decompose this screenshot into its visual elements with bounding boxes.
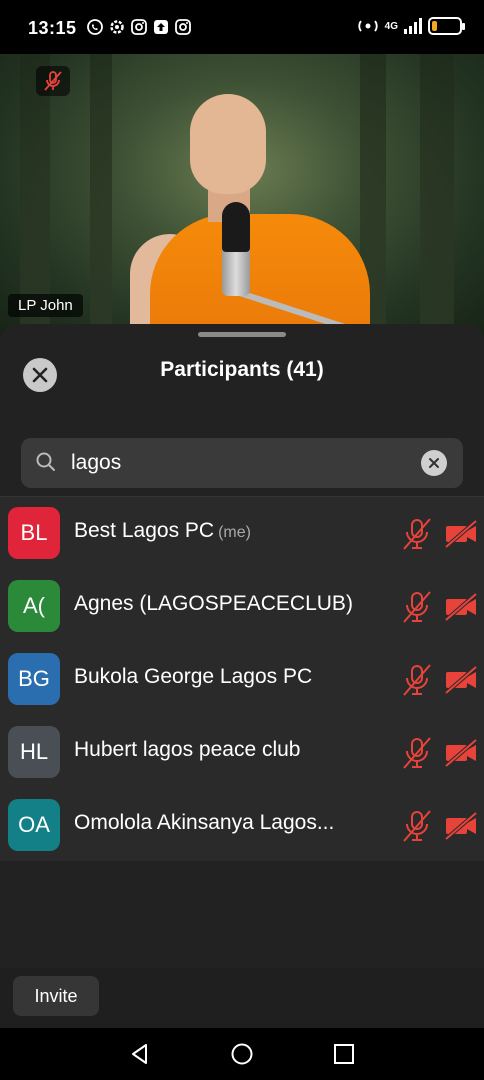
participant-row[interactable]: BL Best Lagos PC (me) xyxy=(0,497,484,570)
status-bar: 13:15 4G xyxy=(0,0,484,54)
instagram-icon xyxy=(131,19,147,35)
participant-me-tag: (me) xyxy=(218,524,251,541)
background-tree xyxy=(90,54,112,344)
battery-icon xyxy=(428,17,465,35)
drag-handle[interactable] xyxy=(198,332,286,337)
mic-muted-icon[interactable] xyxy=(402,736,432,770)
participant-name-wrap: Bukola George Lagos PC xyxy=(74,665,312,689)
status-right-icons: 4G xyxy=(357,17,465,35)
speaker-head xyxy=(190,94,266,194)
signal-icon xyxy=(404,18,422,34)
participant-row[interactable]: HL Hubert lagos peace club xyxy=(0,716,484,789)
search-box[interactable] xyxy=(21,438,463,488)
mic-muted-icon[interactable] xyxy=(402,590,432,624)
participant-name-wrap: Hubert lagos peace club xyxy=(74,738,300,762)
participant-avatar: A( xyxy=(8,580,60,632)
speaker-mic-muted-icon xyxy=(36,66,70,96)
participant-avatar: BG xyxy=(8,653,60,705)
status-notification-icons xyxy=(86,18,192,36)
participant-name: Best Lagos PC xyxy=(74,519,215,542)
invite-button[interactable]: Invite xyxy=(13,976,99,1016)
back-icon[interactable] xyxy=(128,1042,152,1066)
whatsapp-icon xyxy=(87,19,103,35)
participant-name: Agnes (LAGOSPEACECLUB) xyxy=(74,592,353,615)
recents-icon[interactable] xyxy=(332,1042,356,1066)
status-time: 13:15 xyxy=(28,18,77,38)
hotspot-icon xyxy=(358,20,378,32)
search-input[interactable] xyxy=(71,438,411,488)
participant-name-wrap: Omolola Akinsanya Lagos... xyxy=(74,811,334,835)
home-icon[interactable] xyxy=(230,1042,254,1066)
microphone-grille xyxy=(222,202,250,252)
navigation-bar xyxy=(0,1028,484,1080)
instagram-icon xyxy=(175,19,191,35)
participant-name: Bukola George Lagos PC xyxy=(74,665,313,688)
participant-avatar: HL xyxy=(8,726,60,778)
battery-level xyxy=(432,21,438,31)
search-icon xyxy=(36,452,55,471)
video-off-icon[interactable] xyxy=(444,519,478,549)
video-off-icon[interactable] xyxy=(444,738,478,768)
participant-row[interactable]: BG Bukola George Lagos PC xyxy=(0,643,484,716)
clear-icon xyxy=(429,458,439,468)
participant-list: BL Best Lagos PC (me) A( Agnes (LAGOSPEACECL… xyxy=(0,497,484,861)
participant-name: Hubert lagos peace club xyxy=(74,738,301,761)
speaker-name-label: LP John xyxy=(8,294,83,317)
video-off-icon[interactable] xyxy=(444,665,478,695)
video-off-icon[interactable] xyxy=(444,811,478,841)
mic-muted-icon[interactable] xyxy=(402,663,432,697)
participants-panel: Participants (41) BLBest Lagos PC(me)A(A… xyxy=(0,324,484,1028)
clear-search-button[interactable] xyxy=(421,450,447,476)
video-off-icon[interactable] xyxy=(444,592,478,622)
panel-title: Participants (41) xyxy=(160,358,324,381)
participant-row[interactable]: OA Omolola Akinsanya Lagos... xyxy=(0,789,484,862)
upload-icon xyxy=(154,20,168,34)
participant-avatar: OA xyxy=(8,799,60,851)
participant-name-wrap: Best Lagos PC (me) xyxy=(74,519,251,543)
video-feed[interactable]: LP John xyxy=(0,54,484,344)
network-type: 4G xyxy=(384,20,398,32)
background-tree xyxy=(420,54,454,344)
participant-name-wrap: Agnes (LAGOSPEACECLUB) xyxy=(74,592,353,616)
settings-icon xyxy=(110,20,124,34)
participant-name: Omolola Akinsanya Lagos... xyxy=(74,811,335,834)
mic-muted-icon[interactable] xyxy=(402,809,432,843)
bottom-bar: Invite xyxy=(0,968,484,1028)
mic-muted-icon[interactable] xyxy=(402,517,432,551)
participant-row[interactable]: A( Agnes (LAGOSPEACECLUB) xyxy=(0,570,484,643)
participant-avatar: BL xyxy=(8,507,60,559)
